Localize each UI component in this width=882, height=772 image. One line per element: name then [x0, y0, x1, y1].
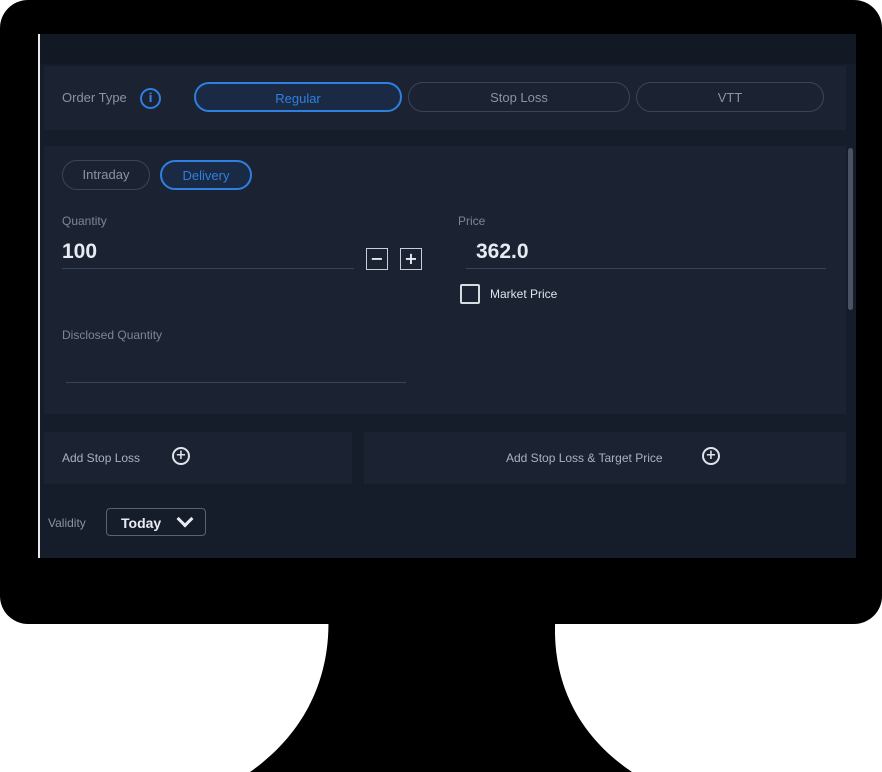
add-stop-loss-label: Add Stop Loss: [62, 451, 141, 465]
price-label: Price: [458, 214, 486, 228]
price-input[interactable]: 362.0: [476, 240, 529, 264]
market-price-checkbox[interactable]: [460, 284, 480, 304]
monitor-stand: [250, 610, 632, 772]
quantity-input[interactable]: 100: [62, 240, 97, 264]
disclosed-quantity-underline: [66, 382, 406, 383]
quantity-label: Quantity: [62, 214, 107, 228]
product-intraday[interactable]: Intraday: [62, 160, 150, 190]
chevron-down-icon: [176, 510, 194, 528]
market-price-label: Market Price: [490, 287, 558, 301]
quantity-increment-button[interactable]: +: [400, 248, 422, 270]
quantity-decrement-button[interactable]: −: [366, 248, 388, 270]
info-icon[interactable]: i: [140, 88, 161, 109]
validity-label: Validity: [48, 516, 86, 530]
order-type-regular[interactable]: Regular: [194, 82, 402, 112]
order-type-label: Order Type: [62, 90, 127, 105]
top-bar: [40, 34, 856, 64]
app-screen: Order Type i Regular Stop Loss VTT Intra…: [38, 34, 856, 558]
disclosed-quantity-label: Disclosed Quantity: [62, 328, 163, 342]
order-details-card: Intraday Delivery Quantity 100 − + Price…: [44, 146, 846, 414]
price-underline: [466, 268, 826, 269]
order-type-vtt[interactable]: VTT: [636, 82, 824, 112]
order-type-stop-loss[interactable]: Stop Loss: [408, 82, 630, 112]
add-stop-loss-target-label: Add Stop Loss & Target Price: [506, 451, 663, 465]
add-stop-loss-target-button[interactable]: Add Stop Loss & Target Price +: [364, 432, 846, 484]
order-type-row: Order Type i Regular Stop Loss VTT: [44, 66, 846, 130]
product-delivery[interactable]: Delivery: [160, 160, 252, 190]
validity-selected: Today: [121, 515, 162, 531]
plus-circle-icon: +: [702, 447, 720, 465]
scrollbar[interactable]: [848, 148, 853, 310]
validity-select[interactable]: Today: [106, 508, 206, 536]
plus-circle-icon: +: [172, 447, 190, 465]
quantity-underline: [62, 268, 354, 269]
add-stop-loss-button[interactable]: Add Stop Loss +: [44, 432, 352, 484]
